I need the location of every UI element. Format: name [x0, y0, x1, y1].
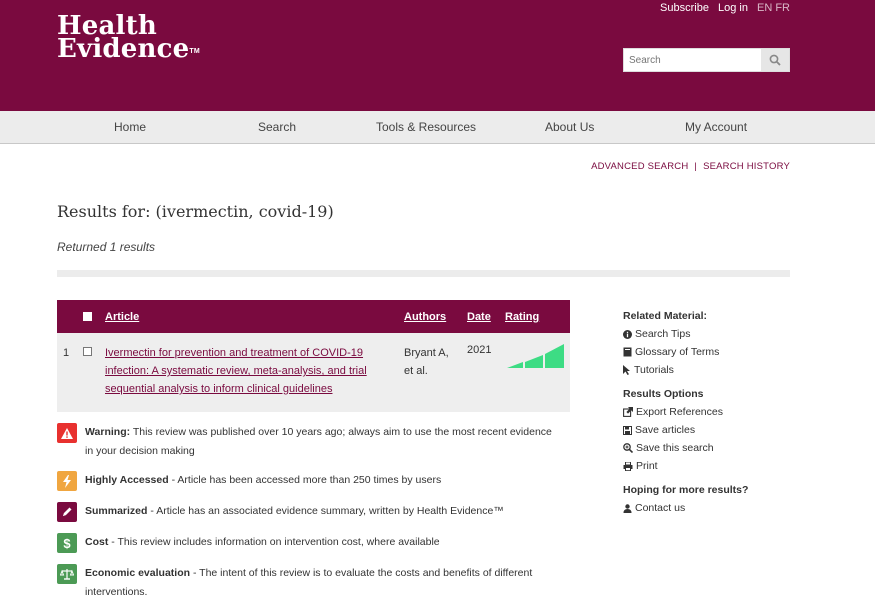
results-title: Results for: (ivermectin, covid-19) [57, 202, 334, 221]
login-link[interactable]: Log in [718, 2, 748, 14]
legend-highly-accessed: Highly Accessed - Article has been acces… [57, 471, 557, 491]
search-button[interactable] [761, 49, 789, 71]
results-options-group: Results Options Export References Save a… [623, 388, 793, 475]
sort-article[interactable]: Article [105, 311, 139, 323]
subscribe-link[interactable]: Subscribe [660, 2, 709, 14]
related-material-group: Related Material: Search Tips Glossary o… [623, 310, 793, 379]
health-evidence-logo[interactable]: Health EvidenceTM [57, 13, 200, 62]
export-references-link[interactable]: Export References [623, 403, 793, 421]
glossary-link[interactable]: Glossary of Terms [623, 343, 793, 361]
nav-search[interactable]: Search [258, 120, 296, 134]
cursor-icon [623, 365, 630, 375]
save-articles-label: Save articles [635, 424, 696, 436]
legend-cost-label: Cost [85, 536, 109, 548]
search-links: ADVANCED SEARCH | SEARCH HISTORY [591, 161, 790, 172]
legend-warning: Warning: This review was published over … [57, 423, 557, 461]
more-results-group: Hoping for more results? Contact us [623, 484, 793, 517]
glossary-label: Glossary of Terms [635, 346, 720, 358]
contact-us-link[interactable]: Contact us [623, 499, 793, 517]
scales-icon [57, 564, 77, 584]
external-link-icon [623, 407, 633, 417]
dollar-icon: $ [57, 533, 77, 553]
lang-en-link[interactable]: EN [757, 2, 772, 14]
sort-authors[interactable]: Authors [404, 311, 446, 323]
export-references-label: Export References [636, 406, 723, 418]
legend-summarized-text: Summarized - Article has an associated e… [85, 502, 555, 521]
print-link[interactable]: Print [623, 457, 793, 475]
legend-summarized-label: Summarized [85, 505, 148, 517]
legend-economic-text: Economic evaluation - The intent of this… [85, 564, 555, 602]
results-options-heading: Results Options [623, 388, 704, 400]
legend-highly-accessed-text: Highly Accessed - Article has been acces… [85, 471, 555, 490]
sidebar: Related Material: Search Tips Glossary o… [623, 310, 793, 526]
advanced-search-link[interactable]: ADVANCED SEARCH [591, 161, 688, 172]
save-icon [623, 425, 632, 435]
legend-economic-evaluation: Economic evaluation - The intent of this… [57, 564, 557, 602]
site-header: Health EvidenceTM Subscribe Log in EN FR [0, 0, 875, 111]
article-date: 2021 [467, 344, 492, 356]
sort-rating[interactable]: Rating [505, 311, 539, 323]
legend-economic-label: Economic evaluation [85, 567, 191, 579]
results-divider [57, 270, 790, 277]
legend-cost-text: Cost - This review includes information … [85, 533, 555, 552]
results-count: Returned 1 results [57, 240, 156, 254]
select-all-checkbox[interactable] [83, 312, 92, 321]
save-articles-link[interactable]: Save articles [623, 421, 793, 439]
row-number: 1 [63, 347, 70, 359]
legend-warning-text: Warning: This review was published over … [85, 423, 555, 461]
main-nav: Home Search Tools & Resources About Us M… [0, 111, 875, 144]
save-search-label: Save this search [636, 442, 714, 454]
article-title-link[interactable]: Ivermectin for prevention and treatment … [105, 344, 375, 398]
legend-summarized-desc: - Article has an associated evidence sum… [147, 505, 504, 517]
logo-trademark: TM [189, 48, 200, 55]
contact-us-label: Contact us [635, 502, 686, 514]
legend-cost-desc: - This review includes information on in… [108, 536, 440, 548]
search-history-link[interactable]: SEARCH HISTORY [703, 161, 790, 172]
search-tips-link[interactable]: Search Tips [623, 325, 793, 343]
print-icon [623, 461, 633, 471]
nav-tools-resources[interactable]: Tools & Resources [376, 120, 476, 134]
link-separator: | [694, 161, 698, 172]
legend-highly-accessed-desc: - Article has been accessed more than 25… [168, 474, 442, 486]
legend-warning-label: Warning: [85, 426, 131, 438]
user-icon [623, 503, 632, 513]
info-icon [623, 329, 632, 339]
book-icon [623, 347, 632, 357]
results-table-header: Article Authors Date Rating [57, 300, 570, 333]
nav-home[interactable]: Home [114, 120, 146, 134]
row-checkbox[interactable] [83, 347, 92, 356]
pencil-icon [57, 502, 77, 522]
more-results-heading: Hoping for more results? [623, 484, 749, 496]
sort-date[interactable]: Date [467, 311, 491, 323]
print-label: Print [636, 460, 658, 472]
article-authors: Bryant A, et al. [404, 347, 449, 377]
logo-line-2-text: Evidence [57, 34, 190, 64]
tutorials-link[interactable]: Tutorials [623, 361, 793, 379]
search-input[interactable] [624, 49, 759, 71]
header-search [623, 48, 790, 72]
legend-summarized: Summarized - Article has an associated e… [57, 502, 557, 522]
lang-fr-link[interactable]: FR [775, 2, 790, 14]
rating-bars-icon [507, 344, 564, 368]
save-search-link[interactable]: Save this search [623, 439, 793, 457]
search-plus-icon [623, 443, 633, 453]
nav-my-account[interactable]: My Account [685, 120, 747, 134]
search-icon [769, 54, 781, 66]
warning-icon [57, 423, 77, 443]
top-links: Subscribe Log in EN FR [654, 2, 790, 14]
legend-warning-desc: This review was published over 10 years … [85, 426, 552, 457]
nav-about-us[interactable]: About Us [545, 120, 594, 134]
search-tips-label: Search Tips [635, 328, 691, 340]
logo-line-2: EvidenceTM [57, 36, 200, 62]
legend-cost: $ Cost - This review includes informatio… [57, 533, 557, 553]
table-row: 1 Ivermectin for prevention and treatmen… [57, 333, 570, 412]
tutorials-label: Tutorials [634, 364, 674, 376]
lightning-icon [57, 471, 77, 491]
related-material-heading: Related Material: [623, 310, 708, 322]
legend-highly-accessed-label: Highly Accessed [85, 474, 169, 486]
